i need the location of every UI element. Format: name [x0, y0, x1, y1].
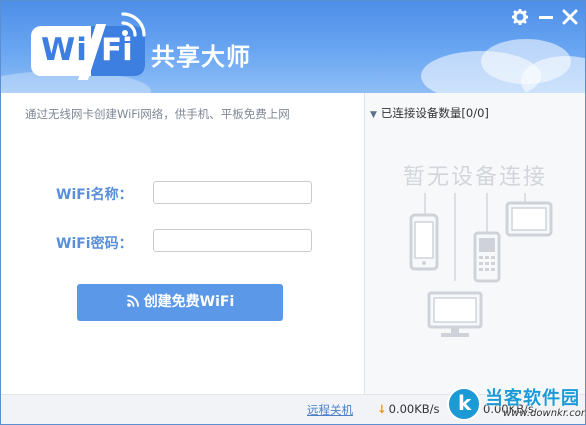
watermark-url: www.downkr.com [503, 408, 586, 419]
download-arrow-icon: ↓ [377, 402, 387, 416]
wifi-password-input[interactable] [153, 229, 312, 252]
no-devices-text: 暂无设备连接 [402, 165, 547, 190]
tablet-device-icon [505, 201, 553, 237]
settings-icon [511, 8, 529, 26]
wifi-signal-icon [126, 295, 139, 307]
settings-button[interactable] [511, 8, 529, 26]
close-button[interactable] [561, 8, 579, 26]
feature-phone-device-icon [473, 231, 501, 283]
create-wifi-label: 创建免费WiFi [143, 294, 235, 310]
logo-wi-text: Wi [41, 32, 88, 68]
devices-panel: ▼ 已连接设备数量[0/0] 暂无设备连接 [365, 93, 585, 394]
app-window: Wi Fi 共享大师 通过无线网卡创建WiFi网络，供手机、平板免费上网 WiF… [0, 0, 586, 425]
wifi-signal-icon [121, 12, 146, 37]
minimize-button[interactable] [537, 8, 555, 26]
remote-shutdown-link[interactable]: 远程关机 [307, 402, 353, 418]
download-rate: ↓ 0.00KB/s [377, 402, 440, 416]
watermark: k 当客软件园 www.downkr.com [447, 381, 586, 424]
watermark-title: 当客软件园 [485, 388, 580, 409]
create-panel: 通过无线网卡创建WiFi网络，供手机、平板免费上网 WiFi名称： WiFi密码… [1, 93, 364, 394]
phone-device-icon [409, 213, 439, 271]
download-rate-value: 0.00KB/s [388, 402, 440, 416]
watermark-logo: k [447, 387, 481, 421]
devices-count-label: 已连接设备数量[0/0] [380, 106, 489, 120]
instruction-text: 通过无线网卡创建WiFi网络，供手机、平板免费上网 [25, 107, 290, 121]
devices-header[interactable]: ▼ 已连接设备数量[0/0] [370, 105, 489, 121]
minimize-icon [539, 16, 553, 19]
wifi-name-input[interactable] [153, 181, 312, 204]
wifi-name-label: WiFi名称： [56, 187, 133, 203]
wifi-password-label: WiFi密码： [56, 236, 133, 252]
app-title: 共享大师 [151, 43, 251, 71]
close-icon [562, 9, 578, 25]
devices-illustration [409, 193, 553, 337]
title-bar[interactable]: Wi Fi 共享大师 [1, 1, 585, 93]
collapse-triangle-icon: ▼ [370, 110, 377, 120]
monitor-device-icon [427, 291, 483, 337]
create-wifi-button[interactable]: 创建免费WiFi [77, 284, 283, 321]
